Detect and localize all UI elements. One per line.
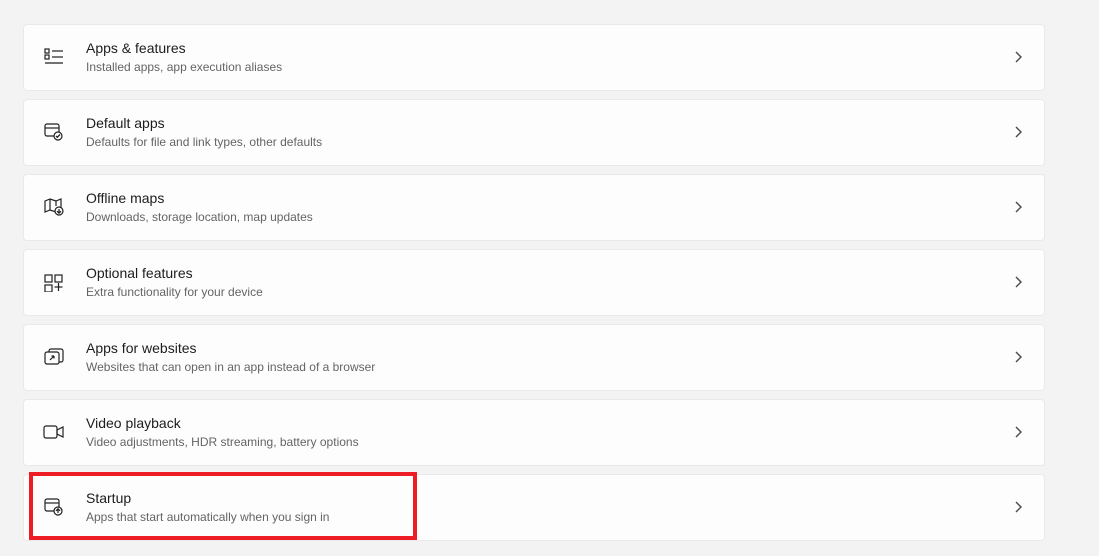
- card-title: Optional features: [86, 264, 998, 282]
- card-text: Optional features Extra functionality fo…: [86, 264, 998, 301]
- card-title: Default apps: [86, 114, 998, 132]
- card-title: Video playback: [86, 414, 998, 432]
- card-subtitle: Downloads, storage location, map updates: [86, 209, 998, 226]
- card-title: Offline maps: [86, 189, 998, 207]
- card-subtitle: Defaults for file and link types, other …: [86, 134, 998, 151]
- card-subtitle: Video adjustments, HDR streaming, batter…: [86, 434, 998, 451]
- card-subtitle: Apps that start automatically when you s…: [86, 509, 998, 526]
- chevron-right-icon: [1010, 499, 1026, 515]
- card-subtitle: Installed apps, app execution aliases: [86, 59, 998, 76]
- default-apps-icon: [42, 120, 66, 144]
- chevron-right-icon: [1010, 349, 1026, 365]
- video-icon: [42, 420, 66, 444]
- card-text: Apps for websites Websites that can open…: [86, 339, 998, 376]
- card-text: Offline maps Downloads, storage location…: [86, 189, 998, 226]
- card-title: Startup: [86, 489, 998, 507]
- apps-list-icon: [42, 45, 66, 69]
- optional-features-icon: [42, 270, 66, 294]
- card-title: Apps & features: [86, 39, 998, 57]
- card-text: Video playback Video adjustments, HDR st…: [86, 414, 998, 451]
- settings-card-apps-websites[interactable]: Apps for websites Websites that can open…: [23, 324, 1045, 391]
- card-text: Startup Apps that start automatically wh…: [86, 489, 998, 526]
- card-title: Apps for websites: [86, 339, 998, 357]
- card-text: Apps & features Installed apps, app exec…: [86, 39, 998, 76]
- chevron-right-icon: [1010, 49, 1026, 65]
- map-icon: [42, 195, 66, 219]
- card-subtitle: Websites that can open in an app instead…: [86, 359, 998, 376]
- chevron-right-icon: [1010, 424, 1026, 440]
- settings-card-video-playback[interactable]: Video playback Video adjustments, HDR st…: [23, 399, 1045, 466]
- websites-icon: [42, 345, 66, 369]
- chevron-right-icon: [1010, 124, 1026, 140]
- settings-card-offline-maps[interactable]: Offline maps Downloads, storage location…: [23, 174, 1045, 241]
- card-subtitle: Extra functionality for your device: [86, 284, 998, 301]
- settings-list: Apps & features Installed apps, app exec…: [23, 24, 1045, 541]
- startup-icon: [42, 495, 66, 519]
- settings-card-optional-features[interactable]: Optional features Extra functionality fo…: [23, 249, 1045, 316]
- chevron-right-icon: [1010, 199, 1026, 215]
- card-text: Default apps Defaults for file and link …: [86, 114, 998, 151]
- settings-card-startup[interactable]: Startup Apps that start automatically wh…: [23, 474, 1045, 541]
- settings-card-apps-features[interactable]: Apps & features Installed apps, app exec…: [23, 24, 1045, 91]
- settings-card-default-apps[interactable]: Default apps Defaults for file and link …: [23, 99, 1045, 166]
- chevron-right-icon: [1010, 274, 1026, 290]
